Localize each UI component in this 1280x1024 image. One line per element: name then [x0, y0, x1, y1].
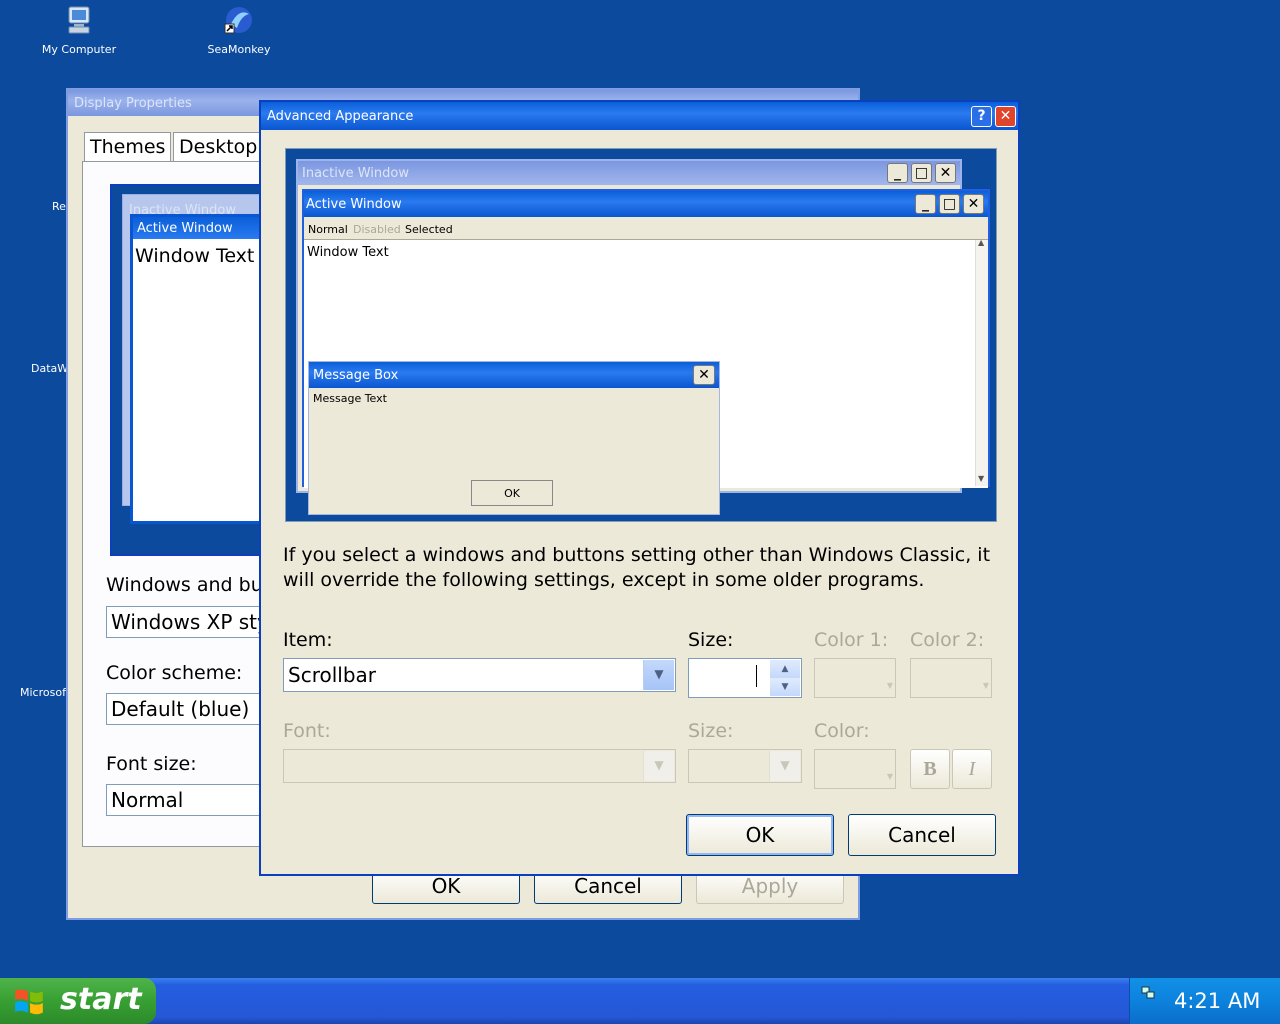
size-stepper[interactable]: ▲ ▼ [688, 658, 802, 698]
preview-menu-normal: Normal [308, 223, 348, 236]
font-label: Font: [283, 720, 331, 742]
network-icon[interactable] [1140, 984, 1156, 1000]
bold-button[interactable]: B [910, 749, 950, 789]
item-select-value: Scrollbar [288, 663, 376, 687]
cancel-button[interactable]: Cancel [848, 814, 996, 856]
minimize-icon: _ [915, 194, 936, 214]
window-title: Display Properties [74, 96, 192, 111]
preview-ok-button: OK [471, 480, 553, 506]
desktop-edge-label: Re [52, 200, 66, 213]
start-label: start [60, 982, 142, 1017]
appearance-preview: Inactive Window Active Window Window Tex… [110, 184, 284, 556]
chevron-down-icon: ▼ [886, 772, 893, 781]
info-text-line1: If you select a windows and buttons sett… [283, 544, 991, 566]
taskbar: start 4:21 AM [0, 978, 1280, 1024]
item-select[interactable]: Scrollbar ▼ [283, 658, 676, 692]
preview-inactive-titlebar: Inactive Window _ □ ✕ [298, 161, 960, 185]
italic-button[interactable]: I [952, 749, 992, 789]
tab-desktop[interactable]: Desktop [173, 132, 264, 161]
minimize-icon: _ [887, 163, 908, 183]
windows-and-buttons-label: Windows and bu [106, 574, 263, 596]
preview-window-text: Window Text [135, 245, 255, 267]
preview-message-title: Message Box [313, 368, 399, 383]
preview-message-box: Message Box ✕ Message Text OK [308, 361, 720, 515]
preview-inactive-title: Inactive Window [302, 166, 409, 181]
preview-menu-selected: Selected [405, 223, 453, 236]
stepper-down-icon[interactable]: ▼ [770, 678, 800, 696]
scroll-up-icon: ▲ [978, 238, 985, 247]
start-button[interactable]: start [0, 978, 156, 1024]
preview-menu-disabled: Disabled [353, 223, 401, 236]
clock[interactable]: 4:21 AM [1174, 989, 1260, 1013]
close-icon: ✕ [693, 365, 715, 385]
desktop-icon-my-computer[interactable]: My Computer [34, 4, 124, 56]
font-size-select[interactable]: ▼ [688, 749, 802, 783]
color-scheme-label: Color scheme: [106, 662, 243, 684]
advanced-appearance-titlebar[interactable]: Advanced Appearance ? ✕ [261, 102, 1018, 130]
color1-label: Color 1: [814, 629, 889, 651]
preview-active-titlebar: Active Window [133, 217, 279, 239]
size-label: Size: [688, 629, 734, 651]
maximize-icon: □ [939, 194, 960, 214]
system-tray: 4:21 AM [1129, 978, 1280, 1024]
chevron-down-icon: ▼ [886, 681, 893, 690]
computer-icon [68, 6, 90, 34]
preview-active-title: Active Window [137, 221, 233, 236]
help-button[interactable]: ? [971, 106, 992, 127]
font-size-select[interactable]: Normal [106, 784, 266, 816]
maximize-icon: □ [911, 163, 932, 183]
close-icon: ✕ [963, 194, 984, 214]
dialog-title: Advanced Appearance [267, 109, 414, 124]
chevron-down-icon: ▼ [982, 681, 989, 690]
close-icon: ✕ [999, 108, 1012, 124]
font-color-label: Color: [814, 720, 870, 742]
font-select[interactable]: ▼ [283, 749, 676, 783]
close-icon: ✕ [935, 163, 956, 183]
color1-button[interactable]: ▼ [814, 658, 896, 698]
font-size-label: Size: [688, 720, 734, 742]
color-scheme-select[interactable]: Default (blue) [106, 693, 266, 725]
scroll-down-icon: ▼ [978, 474, 985, 483]
chevron-down-icon[interactable]: ▼ [643, 660, 674, 690]
text-cursor [756, 665, 757, 687]
preview-active-title: Active Window [306, 197, 402, 212]
close-button[interactable]: ✕ [995, 106, 1016, 127]
chevron-down-icon[interactable]: ▼ [769, 751, 800, 781]
font-color-button[interactable]: ▼ [814, 749, 896, 789]
preview-message-text: Message Text [313, 392, 387, 405]
windows-logo-icon [15, 989, 43, 1015]
desktop-icon-label: My Computer [41, 43, 117, 56]
color2-button[interactable]: ▼ [910, 658, 992, 698]
font-size-label: Font size: [106, 753, 197, 775]
preview-window-text: Window Text [307, 245, 389, 260]
desktop-icon-label: SeaMonkey [207, 43, 271, 56]
preview-scrollbar: ▲ ▼ [975, 238, 988, 486]
color2-label: Color 2: [910, 629, 985, 651]
advanced-appearance-dialog[interactable]: Advanced Appearance ? ✕ Inactive Window … [259, 100, 1020, 876]
preview-active-titlebar: Active Window _ □ ✕ [304, 191, 988, 217]
desktop-icon-seamonkey[interactable]: SeaMonkey [194, 4, 284, 56]
item-label: Item: [283, 629, 333, 651]
ok-button[interactable]: OK [686, 814, 834, 856]
preview-message-titlebar: Message Box ✕ [309, 362, 719, 388]
tab-themes[interactable]: Themes [84, 132, 172, 161]
chevron-down-icon[interactable]: ▼ [643, 751, 674, 781]
info-text-line2: will override the following settings, ex… [283, 569, 925, 591]
windows-and-buttons-select[interactable]: Windows XP sty [106, 606, 266, 638]
desktop-edge-label: Microsoft [20, 686, 71, 699]
seamonkey-icon [224, 7, 252, 34]
desktop-edge-label: DataW [31, 362, 69, 375]
appearance-preview: Inactive Window _ □ ✕ Active Window _ □ … [285, 148, 997, 522]
stepper-up-icon[interactable]: ▲ [770, 660, 800, 678]
